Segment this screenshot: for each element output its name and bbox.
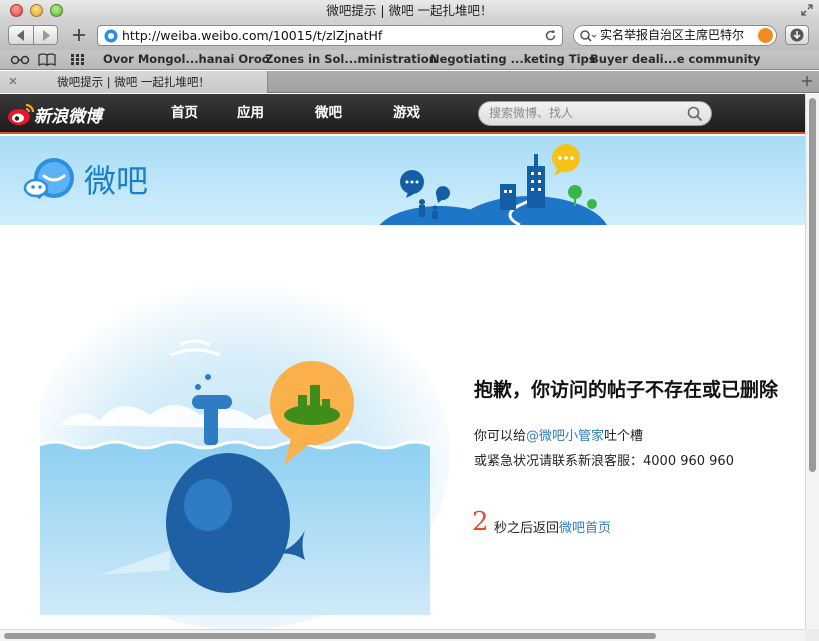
redirect-line: 秒之后返回微吧首页 (494, 517, 611, 536)
close-tab-icon[interactable] (8, 76, 18, 86)
weiba-helper-link[interactable]: @微吧小管家 (526, 429, 604, 444)
nav-buttons (8, 25, 58, 45)
bookmark-item[interactable]: Negotiating ...keting Tips (430, 50, 596, 69)
vertical-scroll-thumb[interactable] (809, 98, 816, 472)
minimize-window-button[interactable] (30, 4, 43, 17)
horizontal-scroll-thumb[interactable] (4, 633, 656, 639)
snapback-icon[interactable] (758, 28, 773, 43)
window-titlebar: 微吧提示 | 微吧 一起扎堆吧！ (0, 0, 819, 22)
weibo-search-input[interactable]: 搜索微博、找人 (478, 101, 712, 126)
weibo-search-placeholder: 搜索微博、找人 (489, 106, 574, 120)
error-content: 抱歉，你访问的帖子不存在或已删除 你可以给@微吧小管家吐个槽 或紧急状况请联系新… (0, 225, 805, 629)
new-tab-icon[interactable] (801, 75, 813, 87)
feedback-prefix: 你可以给 (474, 429, 527, 444)
nav-link-weiba[interactable]: 微吧 (315, 94, 342, 132)
weibo-top-nav: 新浪微博 首页 应用 微吧 游戏 搜索微博、找人 (0, 94, 805, 134)
whale-submarine-illustration (40, 280, 450, 629)
weibo-brand[interactable]: 新浪微博 (34, 102, 102, 127)
tab-title: 微吧提示 | 微吧 一起扎堆吧！ (57, 75, 210, 89)
search-icon (580, 30, 597, 42)
redirect-prefix: 秒之后返回 (494, 521, 560, 536)
back-arrow-icon[interactable] (16, 30, 26, 41)
countdown-number: 2 (472, 507, 489, 537)
browser-search-field[interactable]: 实名举报自治区主席巴特尔 (573, 25, 777, 46)
feedback-line: 你可以给@微吧小管家吐个槽 (474, 425, 643, 444)
tab-active[interactable]: 微吧提示 | 微吧 一起扎堆吧！ (0, 71, 268, 93)
vertical-scrollbar[interactable] (805, 94, 819, 629)
window-title: 微吧提示 | 微吧 一起扎堆吧！ (326, 3, 493, 18)
download-icon (790, 28, 804, 42)
close-window-button[interactable] (10, 4, 23, 17)
browser-toolbar: http://weiba.weibo.com/10015/t/zlZjnatHf… (0, 22, 819, 50)
url-text: http://weiba.weibo.com/10015/t/zlZjnatHf (122, 28, 383, 43)
weiba-banner: 微吧 (0, 136, 805, 225)
bookmarks-bar: Ovor Mongol...hanai Oroo Zones in Sol...… (0, 50, 819, 70)
horizontal-scrollbar[interactable] (0, 629, 805, 641)
feedback-suffix: 吐个槽 (604, 429, 644, 444)
bookmark-item[interactable]: Buyer deali...e community (590, 50, 761, 69)
reload-icon[interactable] (544, 29, 557, 42)
city-hills-illustration (379, 144, 607, 225)
nav-link-games[interactable]: 游戏 (393, 94, 420, 132)
weiba-logo-icon[interactable] (20, 154, 80, 206)
nav-link-apps[interactable]: 应用 (237, 94, 264, 132)
fullscreen-icon[interactable] (801, 4, 813, 16)
weibo-favicon-icon (104, 29, 118, 43)
reading-glasses-icon[interactable] (10, 53, 30, 66)
bookmark-item[interactable]: Ovor Mongol...hanai Oroo (103, 50, 270, 69)
nav-link-home[interactable]: 首页 (171, 94, 198, 132)
zoom-window-button[interactable] (50, 4, 63, 17)
support-line: 或紧急状况请联系新浪客服：4000 960 960 (474, 454, 734, 469)
forward-arrow-icon[interactable] (41, 30, 51, 41)
downloads-button[interactable] (785, 25, 809, 45)
search-query: 实名举报自治区主席巴特尔 (600, 28, 745, 42)
tab-bar: 微吧提示 | 微吧 一起扎堆吧！ (0, 71, 819, 93)
bookmark-item[interactable]: Zones in Sol...ministration (265, 50, 437, 69)
page-viewport: 新浪微博 首页 应用 微吧 游戏 搜索微博、找人 微吧 抱歉，你访问的帖子不存在… (0, 94, 805, 629)
search-icon[interactable] (687, 106, 703, 122)
scroll-corner (805, 629, 819, 641)
weiba-title: 微吧 (84, 162, 149, 200)
address-bar[interactable]: http://weiba.weibo.com/10015/t/zlZjnatHf (97, 25, 563, 46)
add-bookmark-icon[interactable] (68, 25, 90, 45)
weiba-home-link[interactable]: 微吧首页 (559, 521, 611, 536)
bookmarks-book-icon[interactable] (38, 53, 56, 66)
error-title: 抱歉，你访问的帖子不存在或已删除 (474, 379, 779, 401)
top-sites-grid-icon[interactable] (70, 53, 86, 66)
weibo-eye-logo-icon[interactable] (6, 102, 36, 128)
